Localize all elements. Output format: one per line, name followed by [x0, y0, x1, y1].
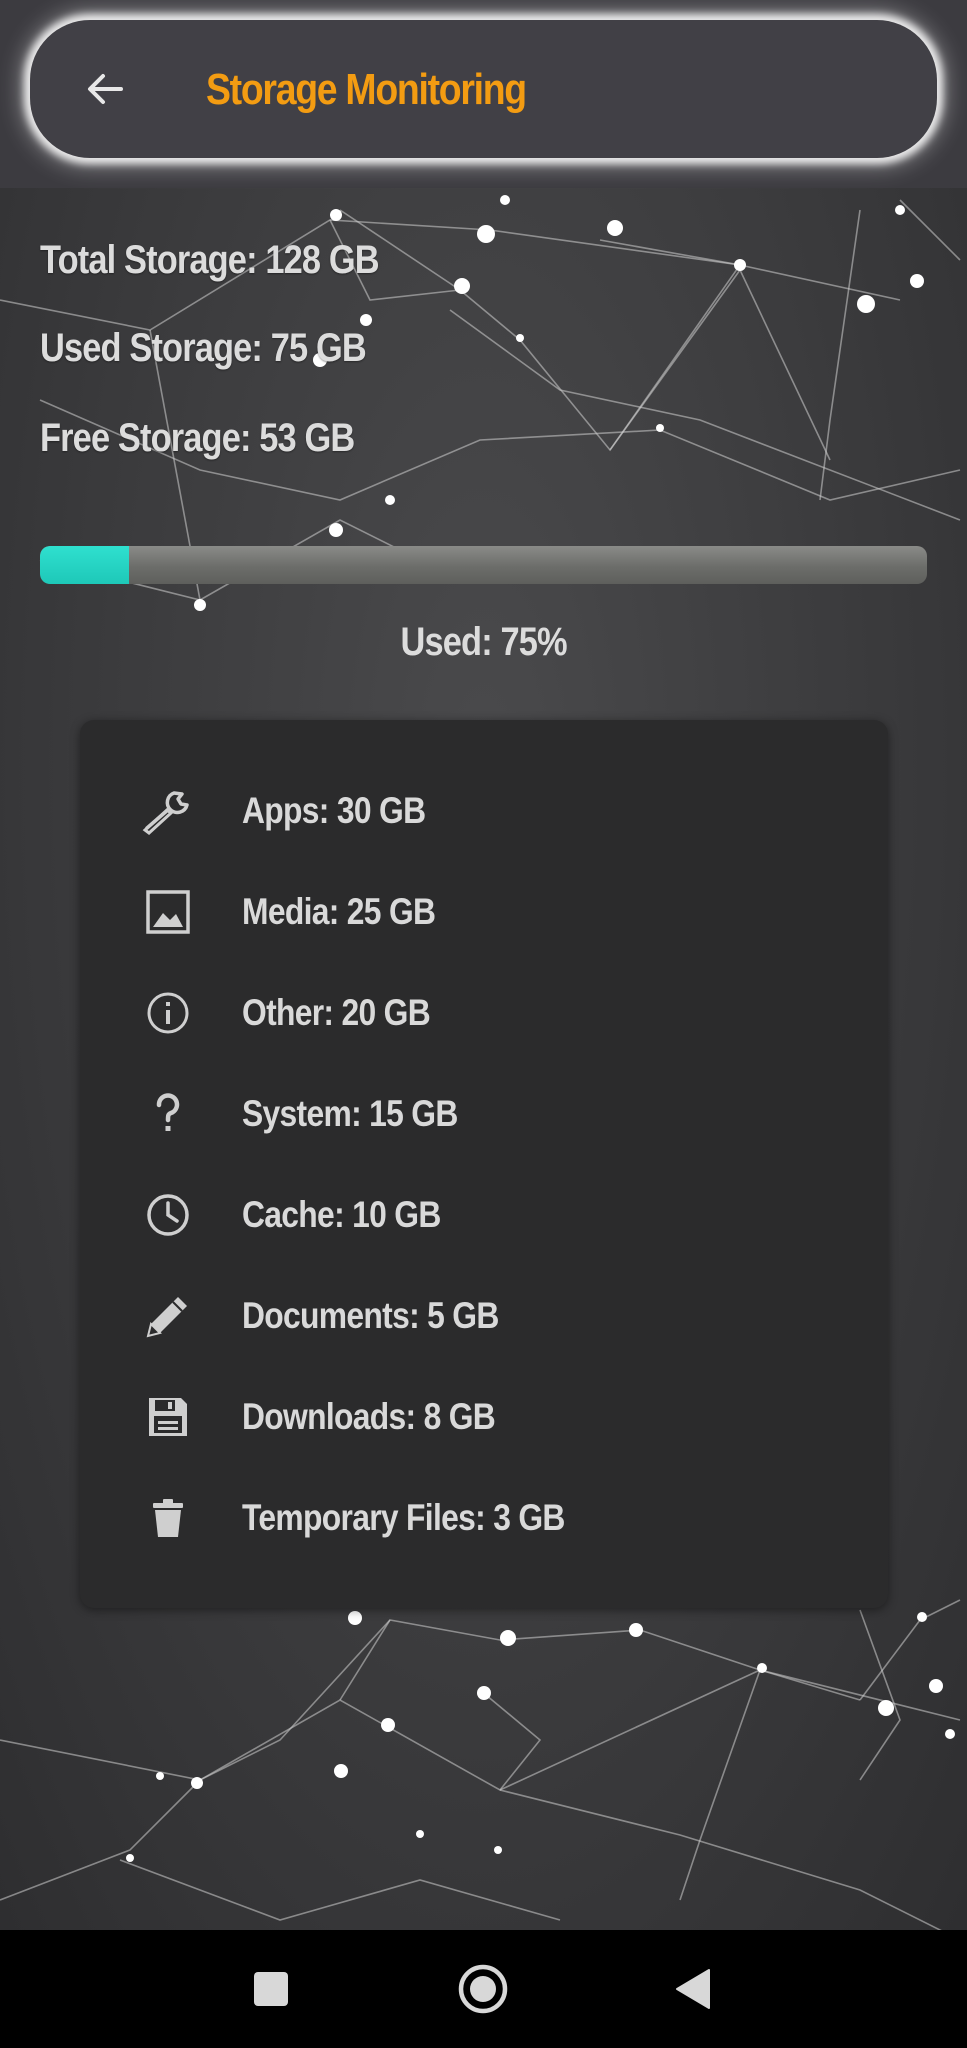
storage-breakdown-card: Apps: 30 GB Media: 25 GB Other: 20 GB Sy… [80, 720, 888, 1608]
back-button[interactable] [70, 54, 140, 124]
trash-icon [140, 1490, 196, 1546]
category-row-downloads: Downloads: 8 GB [140, 1382, 840, 1452]
system-nav-bar [0, 1930, 967, 2048]
category-label: Documents: 5 GB [242, 1295, 499, 1336]
category-label: Other: 20 GB [242, 992, 431, 1033]
image-icon [140, 884, 196, 940]
category-label: Media: 25 GB [242, 891, 436, 932]
circle-home-icon [458, 1964, 508, 2014]
category-label: Cache: 10 GB [242, 1194, 441, 1235]
recents-button[interactable] [234, 1952, 308, 2026]
used-storage-text: Used Storage: 75 GB [40, 326, 367, 370]
category-row-documents: Documents: 5 GB [140, 1281, 840, 1351]
category-label: Apps: 30 GB [242, 790, 426, 831]
page-title: Storage Monitoring [206, 65, 527, 114]
used-percent-label: Used: 75% [0, 620, 967, 665]
category-label: Downloads: 8 GB [242, 1396, 496, 1437]
pencil-icon [140, 1288, 196, 1344]
info-icon [140, 985, 196, 1041]
category-row-system: System: 15 GB [140, 1079, 840, 1149]
category-label: Temporary Files: 3 GB [242, 1497, 565, 1538]
category-row-apps: Apps: 30 GB [140, 776, 840, 846]
floppy-disk-icon [140, 1389, 196, 1445]
used-percent-text: Used: 75% [400, 620, 567, 664]
free-storage-text: Free Storage: 53 GB [40, 416, 355, 460]
back-nav-button[interactable] [656, 1952, 730, 2026]
category-row-other: Other: 20 GB [140, 978, 840, 1048]
category-row-cache: Cache: 10 GB [140, 1180, 840, 1250]
storage-progress-bar [40, 546, 927, 584]
progress-fill [40, 546, 129, 584]
home-button[interactable] [446, 1952, 520, 2026]
total-storage-text: Total Storage: 128 GB [40, 238, 380, 282]
wrench-icon [140, 783, 196, 839]
question-icon [140, 1086, 196, 1142]
category-label: System: 15 GB [242, 1093, 458, 1134]
category-row-media: Media: 25 GB [140, 877, 840, 947]
triangle-back-icon [676, 1969, 710, 2009]
arrow-left-icon [88, 74, 123, 104]
category-row-temporary-files: Temporary Files: 3 GB [140, 1483, 840, 1553]
square-icon [254, 1972, 288, 2006]
app-bar: Storage Monitoring [30, 20, 937, 158]
clock-icon [140, 1187, 196, 1243]
